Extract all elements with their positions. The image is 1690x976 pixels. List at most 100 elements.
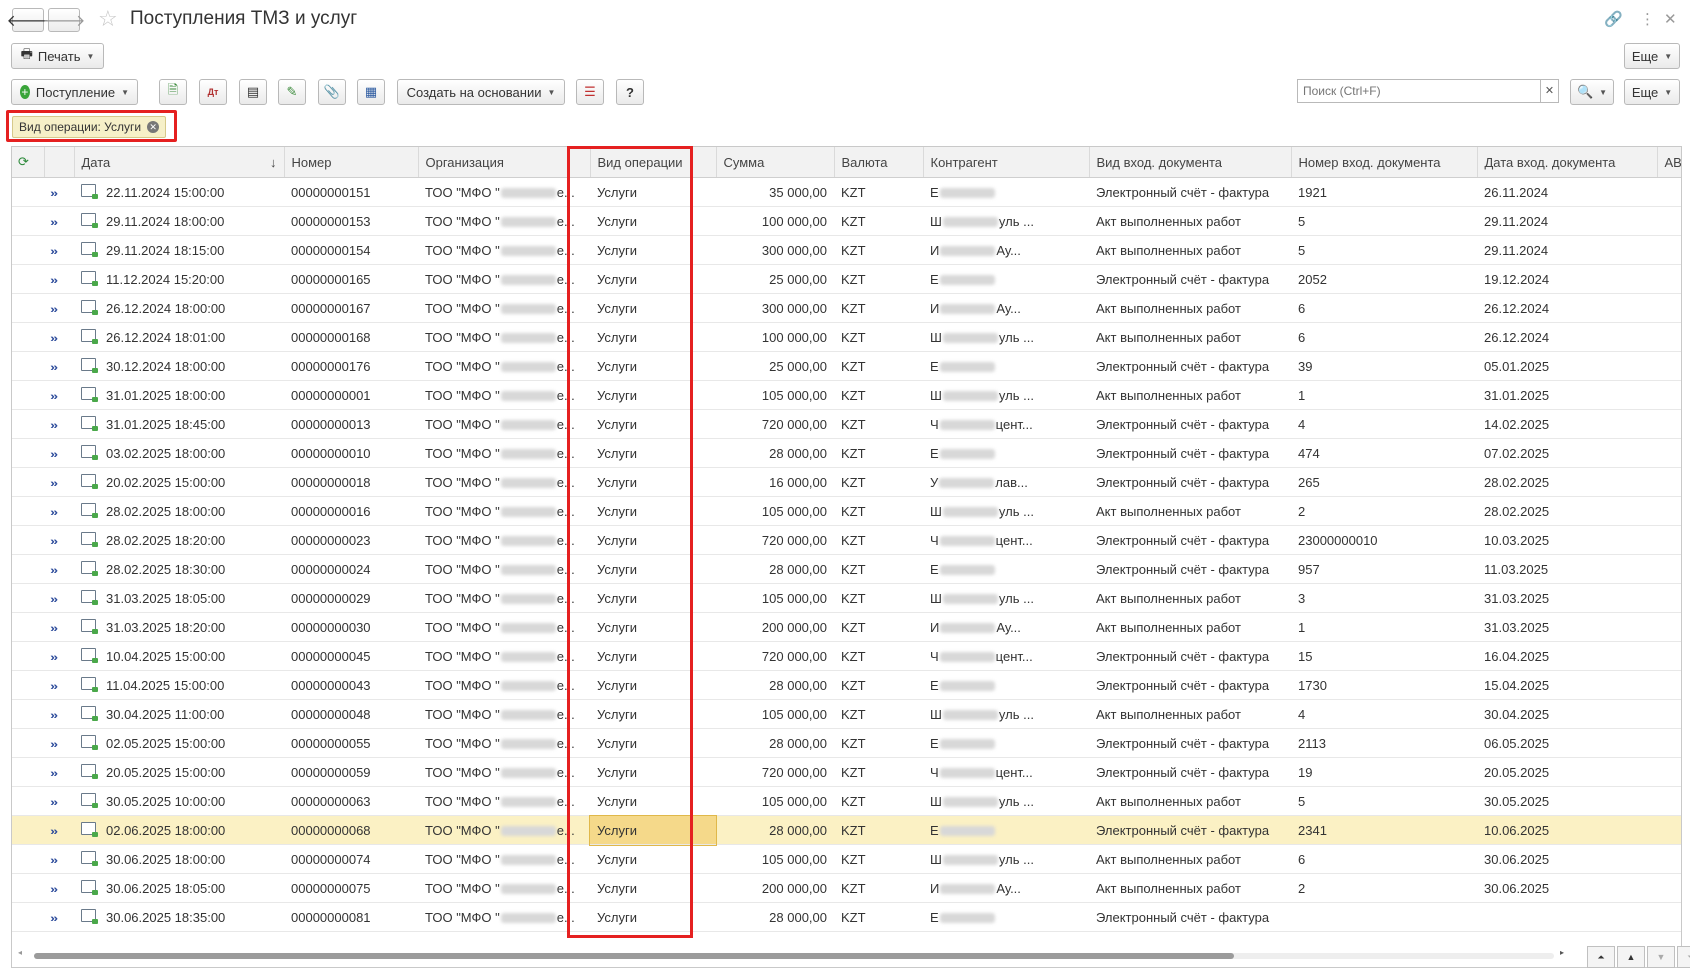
table-row[interactable]: » 26.12.2024 18:00:00 00000000167 ТОО "М… xyxy=(12,293,1681,323)
cell-incoming-doc-number: 2113 xyxy=(1291,728,1477,758)
table-row[interactable]: » 11.04.2025 15:00:00 00000000043 ТОО "М… xyxy=(12,670,1681,700)
column-status-icon[interactable]: ⟳ xyxy=(12,147,45,178)
table-row[interactable]: » 30.12.2024 18:00:00 00000000176 ТОО "М… xyxy=(12,351,1681,381)
document-posted-icon xyxy=(81,329,98,344)
cell-counterparty: Шуль ... xyxy=(923,786,1089,816)
cell-incoming-doc-number: 4 xyxy=(1291,409,1477,439)
more-button-top[interactable]: Еще ▼ xyxy=(1624,43,1680,69)
table-row[interactable]: » 28.02.2025 18:00:00 00000000016 ТОО "М… xyxy=(12,496,1681,526)
column-header-incoming-doc-number[interactable]: Номер вход. документа xyxy=(1291,147,1478,178)
table-row[interactable]: » 31.01.2025 18:45:00 00000000013 ТОО "М… xyxy=(12,409,1681,439)
cell-incoming-doc-number: 6 xyxy=(1291,322,1477,352)
last-page-icon[interactable]: ⏷ xyxy=(1677,946,1690,968)
cell-avr xyxy=(1657,351,1681,381)
table-row[interactable]: » 28.02.2025 18:20:00 00000000023 ТОО "М… xyxy=(12,525,1681,555)
arrow-right-icon: 🡒 xyxy=(42,12,86,30)
redacted-text xyxy=(500,246,556,257)
search-button[interactable]: 🔍 ▼ xyxy=(1570,79,1614,105)
table-row[interactable]: » 28.02.2025 18:30:00 00000000024 ТОО "М… xyxy=(12,554,1681,584)
table-row[interactable]: » 03.02.2025 18:00:00 00000000010 ТОО "М… xyxy=(12,438,1681,468)
search-input[interactable] xyxy=(1297,79,1541,103)
scroll-thumb[interactable] xyxy=(34,953,1234,959)
print-button[interactable]: 🖶 Печать ▼ xyxy=(11,43,104,69)
column-header-date[interactable]: Дата ↓ xyxy=(74,147,285,178)
forward-button[interactable]: 🡒 xyxy=(43,8,85,32)
table-row[interactable]: » 02.06.2025 18:00:00 00000000068 ТОО "М… xyxy=(12,814,1681,846)
column-header-incoming-doc-type[interactable]: Вид вход. документа xyxy=(1089,147,1292,178)
help-button[interactable]: ? xyxy=(616,79,644,105)
more-vertical-icon[interactable]: ⋮ xyxy=(1640,10,1655,28)
report-button[interactable]: ☰ xyxy=(576,79,604,105)
scroll-right-icon[interactable]: ▸ xyxy=(1560,948,1564,957)
table-row[interactable]: » 30.06.2025 18:05:00 00000000075 ТОО "М… xyxy=(12,873,1681,903)
create-based-on-button[interactable]: Создать на основании ▼ xyxy=(397,79,565,105)
scroll-left-icon[interactable]: ◂ xyxy=(18,948,22,957)
favorite-star-icon[interactable]: ☆ xyxy=(98,6,118,32)
cell-incoming-doc-type: Электронный счёт - фактура xyxy=(1089,177,1291,207)
cell-incoming-doc-number: 2341 xyxy=(1291,815,1477,845)
list-button[interactable]: ▤ xyxy=(239,79,267,105)
table-row[interactable]: » 22.11.2024 15:00:00 00000000151 ТОО "М… xyxy=(12,177,1681,207)
column-header-number[interactable]: Номер xyxy=(284,147,419,178)
remove-filter-icon[interactable]: ✕ xyxy=(147,121,160,133)
table-row[interactable]: » 20.05.2025 15:00:00 00000000059 ТОО "М… xyxy=(12,757,1681,787)
table-row[interactable]: » 30.06.2025 18:00:00 00000000074 ТОО "М… xyxy=(12,844,1681,874)
cell-date: 20.05.2025 15:00:00 xyxy=(74,757,284,787)
column-header-sum[interactable]: Сумма xyxy=(716,147,835,178)
cell-incoming-doc-type: Электронный счёт - фактура xyxy=(1089,525,1291,555)
table-row[interactable]: » 31.01.2025 18:00:00 00000000001 ТОО "М… xyxy=(12,380,1681,410)
row-icons-cell: » xyxy=(44,815,74,845)
redacted-text xyxy=(940,623,996,634)
cell-currency: KZT xyxy=(834,467,923,497)
page-up-icon[interactable]: ▲ xyxy=(1617,946,1645,968)
edit-button[interactable]: ✎ xyxy=(278,79,306,105)
row-expand-cell xyxy=(12,757,44,787)
row-expand-cell xyxy=(12,670,44,700)
row-icons-cell: » xyxy=(44,583,74,613)
column-header-counterparty[interactable]: Контрагент xyxy=(923,147,1090,178)
row-expand-cell xyxy=(12,264,44,294)
table-row[interactable]: » 30.06.2025 18:35:00 00000000081 ТОО "М… xyxy=(12,902,1681,932)
table-row[interactable]: » 29.11.2024 18:00:00 00000000153 ТОО "М… xyxy=(12,206,1681,236)
posted-chevron-icon: » xyxy=(50,303,59,316)
document-posted-icon xyxy=(81,445,98,460)
post-document-button[interactable]: Дт xyxy=(199,79,227,105)
column-header-currency[interactable]: Валюта xyxy=(834,147,924,178)
receipt-create-button[interactable]: + Поступление ▼ xyxy=(11,79,138,105)
page-down-icon[interactable]: ▼ xyxy=(1647,946,1675,968)
table-row[interactable]: » 30.04.2025 11:00:00 00000000048 ТОО "М… xyxy=(12,699,1681,729)
cell-incoming-doc-date: 10.06.2025 xyxy=(1477,815,1657,845)
filter-chip[interactable]: Вид операции: Услуги ✕ xyxy=(12,116,167,138)
table-row[interactable]: » 10.04.2025 15:00:00 00000000045 ТОО "М… xyxy=(12,641,1681,671)
attach-button[interactable]: 📎 xyxy=(318,79,346,105)
cell-date: 02.06.2025 18:00:00 xyxy=(74,815,284,845)
column-header-organization[interactable]: Организация xyxy=(418,147,591,178)
close-icon[interactable]: ✕ xyxy=(1664,10,1677,28)
column-header-incoming-doc-date[interactable]: Дата вход. документа xyxy=(1477,147,1658,178)
more-button[interactable]: Еще ▼ xyxy=(1624,79,1680,105)
table-row[interactable]: » 02.05.2025 15:00:00 00000000055 ТОО "М… xyxy=(12,728,1681,758)
table-row[interactable]: » 30.05.2025 10:00:00 00000000063 ТОО "М… xyxy=(12,786,1681,816)
row-icons-cell: » xyxy=(44,409,74,439)
horizontal-scrollbar[interactable]: ◂ ▸ xyxy=(12,945,1672,967)
table-row[interactable]: » 31.03.2025 18:05:00 00000000029 ТОО "М… xyxy=(12,583,1681,613)
column-header-avr[interactable]: АВР xyxy=(1657,147,1681,178)
first-page-icon[interactable]: ⏶ xyxy=(1587,946,1615,968)
table-row[interactable]: » 31.03.2025 18:20:00 00000000030 ТОО "М… xyxy=(12,612,1681,642)
search-clear-icon[interactable]: ✕ xyxy=(1541,79,1559,103)
table-row[interactable]: » 26.12.2024 18:01:00 00000000168 ТОО "М… xyxy=(12,322,1681,352)
table-row[interactable]: » 11.12.2024 15:20:00 00000000165 ТОО "М… xyxy=(12,264,1681,294)
structure-button[interactable]: ▦ xyxy=(357,79,385,105)
back-button[interactable]: 🡐 xyxy=(7,8,49,32)
cell-counterparty: Е xyxy=(923,438,1089,468)
cell-incoming-doc-number: 5 xyxy=(1291,206,1477,236)
copy-document-button[interactable]: 🗎 xyxy=(159,79,187,105)
cell-organization: ТОО "МФО " е... xyxy=(418,293,590,323)
posted-chevron-icon: » xyxy=(50,187,59,200)
table-row[interactable]: » 20.02.2025 15:00:00 00000000018 ТОО "М… xyxy=(12,467,1681,497)
cell-incoming-doc-date: 30.06.2025 xyxy=(1477,844,1657,874)
link-icon[interactable]: 🔗 xyxy=(1604,10,1623,28)
table-row[interactable]: » 29.11.2024 18:15:00 00000000154 ТОО "М… xyxy=(12,235,1681,265)
row-expand-cell xyxy=(12,409,44,439)
cell-date: 30.05.2025 10:00:00 xyxy=(74,786,284,816)
